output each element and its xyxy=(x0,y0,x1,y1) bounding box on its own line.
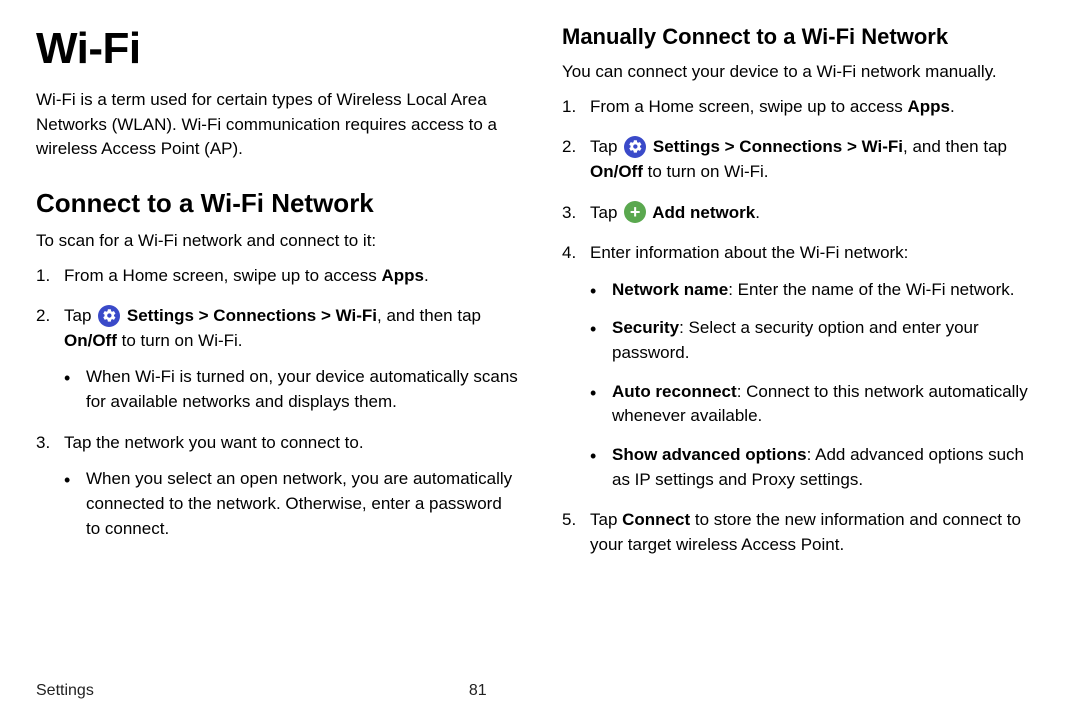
list-item: When Wi-Fi is turned on, your device aut… xyxy=(64,365,518,414)
settings-icon xyxy=(624,136,646,158)
list-item: 3. Tap + Add network. xyxy=(562,201,1044,226)
connect-lead: To scan for a Wi-Fi network and connect … xyxy=(36,229,518,254)
list-item: 5. Tap Connect to store the new informat… xyxy=(562,508,1044,557)
list-item: 1. From a Home screen, swipe up to acces… xyxy=(562,95,1044,120)
list-item: Security: Select a security option and e… xyxy=(590,316,1044,365)
list-item: Show advanced options: Add advanced opti… xyxy=(590,443,1044,492)
right-column: Manually Connect to a Wi-Fi Network You … xyxy=(562,24,1044,664)
list-item: 2. Tap Settings > Connections > Wi-Fi, a… xyxy=(36,304,518,415)
list-item: 1. From a Home screen, swipe up to acces… xyxy=(36,264,518,289)
section-heading-manual: Manually Connect to a Wi-Fi Network xyxy=(562,24,1044,50)
list-item: Network name: Enter the name of the Wi-F… xyxy=(590,278,1044,303)
list-item: 3. Tap the network you want to connect t… xyxy=(36,431,518,542)
list-item: 2. Tap Settings > Connections > Wi-Fi, a… xyxy=(562,135,1044,184)
settings-icon xyxy=(98,305,120,327)
footer-page-number: 81 xyxy=(469,682,487,700)
left-column: Wi-Fi Wi-Fi is a term used for certain t… xyxy=(36,24,518,664)
list-item: Auto reconnect: Connect to this network … xyxy=(590,380,1044,429)
manual-lead: You can connect your device to a Wi-Fi n… xyxy=(562,60,1044,85)
page-title: Wi-Fi xyxy=(36,24,518,74)
intro-text: Wi-Fi is a term used for certain types o… xyxy=(36,88,518,162)
list-item: 4. Enter information about the Wi-Fi net… xyxy=(562,241,1044,492)
list-item: When you select an open network, you are… xyxy=(64,467,518,541)
section-heading-connect: Connect to a Wi-Fi Network xyxy=(36,188,518,219)
footer-section: Settings xyxy=(36,682,94,700)
add-icon: + xyxy=(624,201,646,223)
page-footer: Settings 81 xyxy=(36,682,1044,700)
